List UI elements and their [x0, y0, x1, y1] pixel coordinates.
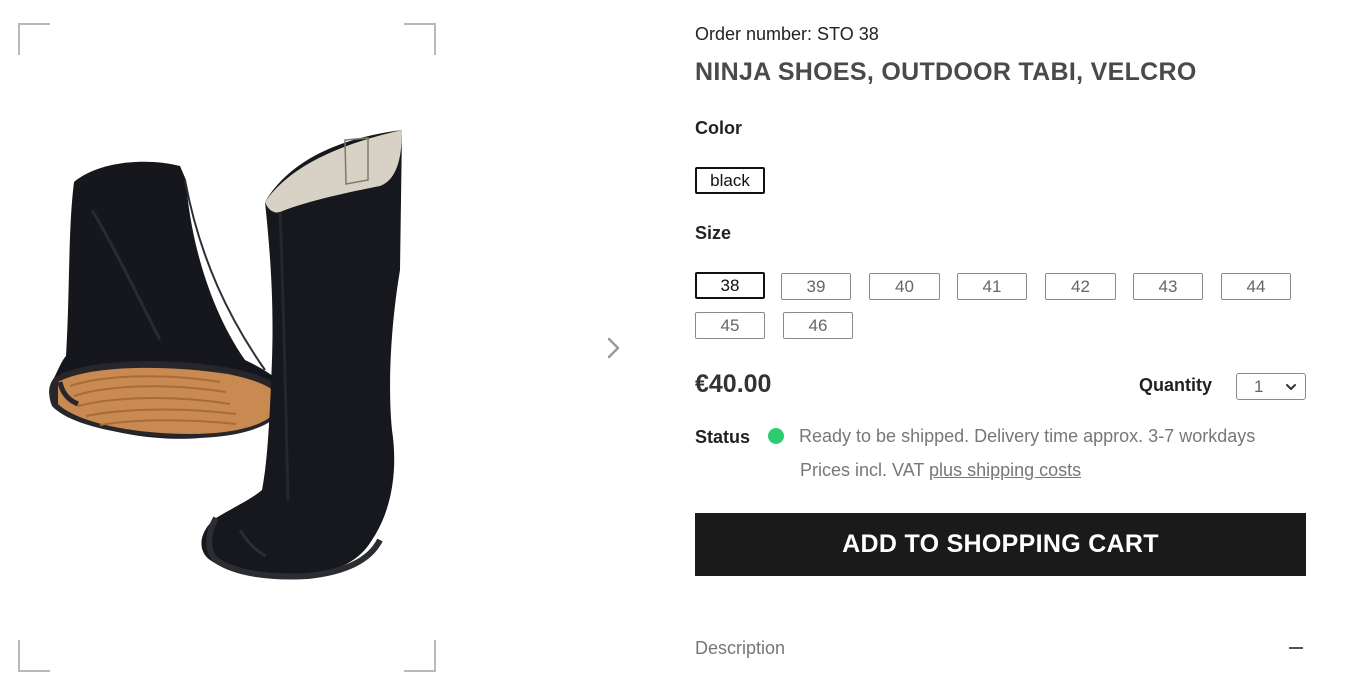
size-option-42[interactable]: 42 — [1045, 273, 1116, 300]
frame-corner — [18, 640, 50, 672]
size-option-41[interactable]: 41 — [957, 273, 1027, 300]
product-image[interactable] — [40, 120, 420, 590]
size-option-39[interactable]: 39 — [781, 273, 851, 300]
order-number: Order number: STO 38 — [695, 24, 879, 44]
chevron-down-icon — [1286, 384, 1296, 390]
status-text: Ready to be shipped. Delivery time appro… — [799, 426, 1256, 446]
status-label: Status — [695, 427, 751, 447]
size-option-40[interactable]: 40 — [869, 273, 940, 300]
size-option-45[interactable]: 45 — [695, 312, 765, 339]
description-label: Description — [695, 638, 786, 658]
chevron-right-icon[interactable] — [600, 334, 626, 362]
description-toggle[interactable]: Description — [695, 630, 1306, 666]
size-label: Size — [695, 223, 732, 243]
size-option-43[interactable]: 43 — [1133, 273, 1203, 300]
status-dot-icon — [768, 428, 784, 444]
add-to-cart-button[interactable]: ADD TO SHOPPING CART — [695, 513, 1306, 576]
quantity-label: Quantity — [1139, 375, 1213, 395]
frame-corner — [404, 640, 436, 672]
product-price: €40.00 — [695, 370, 772, 398]
color-option-black[interactable]: black — [695, 167, 765, 194]
size-option-46[interactable]: 46 — [783, 312, 853, 339]
quantity-value: 1 — [1254, 377, 1264, 396]
shipping-costs-link[interactable]: plus shipping costs — [929, 460, 1081, 480]
size-option-44[interactable]: 44 — [1221, 273, 1291, 300]
minus-icon — [1289, 647, 1303, 649]
quantity-select[interactable]: 1 — [1236, 373, 1306, 400]
color-label: Color — [695, 118, 742, 138]
frame-corner — [18, 23, 50, 55]
vat-prefix: Prices incl. VAT — [800, 460, 925, 480]
vat-info: Prices incl. VAT plus shipping costs — [800, 460, 1081, 481]
size-option-38[interactable]: 38 — [695, 272, 765, 299]
frame-corner — [404, 23, 436, 55]
product-gallery — [0, 0, 660, 684]
product-title: NINJA SHOES, OUTDOOR TABI, VELCRO — [695, 58, 1197, 86]
product-info: Order number: STO 38 NINJA SHOES, OUTDOO… — [695, 0, 1306, 684]
